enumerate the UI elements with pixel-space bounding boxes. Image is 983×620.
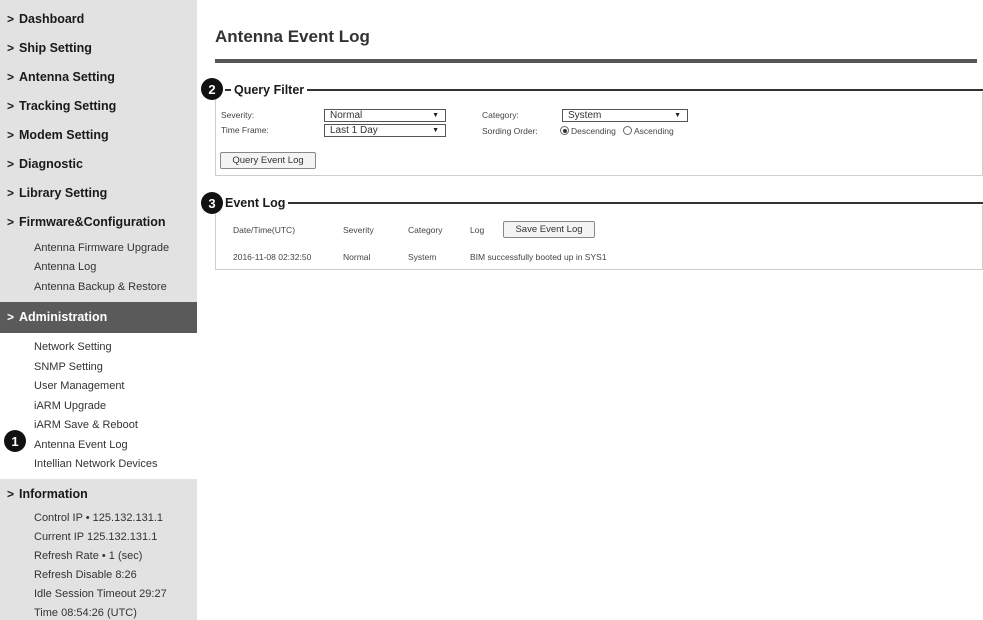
sidebar-item-antenna-backup-restore[interactable]: Antenna Backup & Restore xyxy=(0,277,197,297)
info-time: Time 08:54:26 (UTC) xyxy=(34,606,137,619)
query-event-log-button[interactable]: Query Event Log xyxy=(220,152,316,169)
category-label: Category: xyxy=(482,110,519,120)
nav-ship-setting[interactable]: > Ship Setting xyxy=(0,33,197,62)
dropdown-arrow-icon: ▼ xyxy=(674,112,681,119)
save-event-log-button[interactable]: Save Event Log xyxy=(503,221,595,238)
info-idle-timeout: Idle Session Timeout 29:27 xyxy=(34,587,167,600)
info-refresh-rate: Refresh Rate • 1 (sec) xyxy=(34,549,143,562)
dropdown-arrow-icon: ▼ xyxy=(432,127,439,134)
sidebar-item-user-management[interactable]: User Management xyxy=(0,377,197,397)
administration-submenu: Network Setting SNMP Setting User Manage… xyxy=(0,332,197,479)
callout-marker-1: 1 xyxy=(4,430,26,452)
heading-rule xyxy=(225,89,231,91)
nav-label: Ship Setting xyxy=(19,40,92,55)
callout-marker-3: 3 xyxy=(201,192,223,214)
nav-label: Firmware&Configuration xyxy=(19,214,166,229)
sidebar-item-snmp-setting[interactable]: SNMP Setting xyxy=(0,357,197,377)
column-header-severity: Severity xyxy=(343,225,374,235)
chevron-right-icon: > xyxy=(7,214,15,229)
timeframe-select[interactable]: Last 1 Day ▼ xyxy=(324,124,446,137)
timeframe-value: Last 1 Day xyxy=(330,125,378,136)
sidebar-item-network-setting[interactable]: Network Setting xyxy=(0,338,197,358)
severity-select[interactable]: Normal ▼ xyxy=(324,109,446,122)
heading-rule xyxy=(288,202,983,204)
table-cell-log: BIM successfully booted up in SYS1 xyxy=(470,252,607,262)
chevron-right-icon: > xyxy=(7,40,15,55)
nav-label: Antenna Setting xyxy=(19,69,115,84)
nav-label: Tracking Setting xyxy=(19,98,117,113)
nav-label: Information xyxy=(19,486,88,501)
nav-dashboard[interactable]: > Dashboard xyxy=(0,4,197,33)
sort-ascending-radio[interactable] xyxy=(623,126,632,135)
table-cell-datetime: 2016-11-08 02:32:50 xyxy=(233,252,312,262)
event-log-panel: Date/Time(UTC) Severity Category Log Sav… xyxy=(215,205,983,270)
nav-information[interactable]: > Information xyxy=(0,479,197,508)
table-cell-category: System xyxy=(408,252,437,262)
table-cell-severity: Normal xyxy=(343,252,371,262)
nav-label: Dashboard xyxy=(19,11,85,26)
severity-label: Severity: xyxy=(221,110,255,120)
information-section: > Information Control IP • 125.132.131.1 … xyxy=(0,479,197,620)
info-control-ip: Control IP • 125.132.131.1 xyxy=(34,511,164,524)
sidebar-item-iarm-upgrade[interactable]: iARM Upgrade xyxy=(0,396,197,416)
chevron-right-icon: > xyxy=(7,98,15,113)
title-divider xyxy=(215,59,977,63)
chevron-right-icon: > xyxy=(7,310,15,324)
sort-order-label: Sording Order: xyxy=(482,126,538,136)
nav-diagnostic[interactable]: > Diagnostic xyxy=(0,149,197,178)
category-value: System xyxy=(568,110,602,121)
chevron-right-icon: > xyxy=(7,185,15,200)
nav-label: Modem Setting xyxy=(19,127,109,142)
sidebar-item-antenna-log[interactable]: Antenna Log xyxy=(0,258,197,278)
query-filter-panel: Severity: Normal ▼ Time Frame: Last 1 Da… xyxy=(215,92,983,176)
chevron-right-icon: > xyxy=(7,69,15,84)
nav-label: Library Setting xyxy=(19,185,108,200)
callout-marker-2: 2 xyxy=(201,78,223,100)
sidebar: > Dashboard > Ship Setting > Antenna Settin… xyxy=(0,0,197,620)
nav-administration[interactable]: > Administration xyxy=(0,301,197,333)
chevron-right-icon: > xyxy=(7,156,15,171)
page-title: Antenna Event Log xyxy=(215,27,370,46)
nav-label: Diagnostic xyxy=(19,156,83,171)
info-current-ip: Current IP 125.132.131.1 xyxy=(34,530,158,543)
nav-tracking-setting[interactable]: > Tracking Setting xyxy=(0,91,197,120)
nav-label: Administration xyxy=(19,310,108,324)
column-header-log: Log xyxy=(470,225,485,235)
nav-antenna-setting[interactable]: > Antenna Setting xyxy=(0,62,197,91)
nav-modem-setting[interactable]: > Modem Setting xyxy=(0,120,197,149)
category-select[interactable]: System ▼ xyxy=(562,109,688,122)
main-content: Antenna Event Log Query Filter Severity:… xyxy=(197,0,983,620)
sidebar-item-antenna-firmware-upgrade[interactable]: Antenna Firmware Upgrade xyxy=(0,238,197,258)
timeframe-label: Time Frame: xyxy=(221,125,269,135)
severity-value: Normal xyxy=(330,110,363,121)
chevron-right-icon: > xyxy=(7,486,15,501)
chevron-right-icon: > xyxy=(7,127,15,142)
sidebar-item-iarm-save-reboot[interactable]: iARM Save & Reboot xyxy=(0,416,197,436)
sidebar-item-antenna-event-log[interactable]: Antenna Event Log xyxy=(0,435,197,455)
firmware-submenu: Antenna Firmware Upgrade Antenna Log Ant… xyxy=(0,236,197,302)
column-header-datetime: Date/Time(UTC) xyxy=(233,225,296,235)
sort-ascending-label[interactable]: Ascending xyxy=(634,126,674,136)
nav-firmware-configuration[interactable]: > Firmware&Configuration xyxy=(0,207,197,236)
chevron-right-icon: > xyxy=(7,11,15,26)
sidebar-item-intellian-network-devices[interactable]: Intellian Network Devices xyxy=(0,455,197,475)
heading-rule xyxy=(307,89,983,91)
column-header-category: Category xyxy=(408,225,443,235)
sort-descending-label[interactable]: Descending xyxy=(571,126,616,136)
dropdown-arrow-icon: ▼ xyxy=(432,112,439,119)
info-refresh-disable: Refresh Disable 8:26 xyxy=(34,568,137,581)
sort-descending-radio[interactable] xyxy=(560,126,569,135)
nav-library-setting[interactable]: > Library Setting xyxy=(0,178,197,207)
